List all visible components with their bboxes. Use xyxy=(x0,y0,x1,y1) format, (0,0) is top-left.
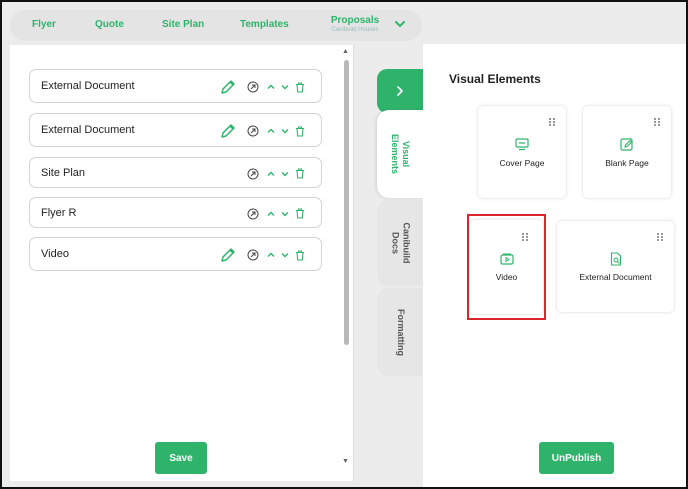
trash-icon[interactable] xyxy=(294,238,306,272)
document-label: External Document xyxy=(41,80,135,92)
top-nav: Flyer Quote Site Plan Templates Proposal… xyxy=(10,10,422,41)
move-icon[interactable] xyxy=(246,238,260,272)
card-label: External Document xyxy=(579,272,652,282)
chevron-up-icon[interactable] xyxy=(265,114,277,148)
card-label: Cover Page xyxy=(499,158,545,168)
element-card-blank-page[interactable]: Blank Page xyxy=(583,106,671,198)
collapse-panel-button[interactable] xyxy=(377,69,423,113)
tab-visual-elements-label: Visual Elements xyxy=(389,134,411,174)
grip-icon[interactable] xyxy=(548,117,556,127)
trash-icon[interactable] xyxy=(294,70,306,104)
document-list-panel: External Document External Document Site… xyxy=(10,45,354,481)
nav-quote[interactable]: Quote xyxy=(95,19,124,30)
document-row[interactable]: External Document xyxy=(29,69,322,103)
chevron-up-icon[interactable] xyxy=(265,198,277,229)
grip-icon[interactable] xyxy=(653,117,661,127)
highlight-box xyxy=(467,214,546,320)
tab-canibuild-docs[interactable]: Canibuild Docs xyxy=(377,200,423,286)
nav-flyer[interactable]: Flyer xyxy=(32,19,56,30)
nav-proposals[interactable]: Proposals Canibuild Houses xyxy=(320,15,390,33)
tab-docs-line1: Canibuild xyxy=(401,222,411,264)
nav-templates[interactable]: Templates xyxy=(240,19,289,30)
pencil-icon[interactable] xyxy=(219,70,237,104)
document-label: External Document xyxy=(41,124,135,136)
cover-page-icon xyxy=(515,138,529,151)
trash-icon[interactable] xyxy=(294,114,306,148)
nav-proposals-label: Proposals xyxy=(330,15,380,26)
move-icon[interactable] xyxy=(246,158,260,189)
chevron-down-icon[interactable] xyxy=(279,114,291,148)
chevron-down-icon[interactable] xyxy=(279,158,291,189)
tab-visual-line2: Elements xyxy=(390,133,400,175)
scrollbar-thumb[interactable] xyxy=(344,60,349,345)
pencil-icon[interactable] xyxy=(219,238,237,272)
document-label: Site Plan xyxy=(41,167,86,179)
chevron-up-icon[interactable] xyxy=(265,238,277,272)
document-label: Video xyxy=(41,248,69,260)
chevron-up-icon[interactable] xyxy=(265,70,277,104)
chevron-down-icon[interactable] xyxy=(279,198,291,229)
card-label: Blank Page xyxy=(605,158,649,168)
nav-site-plan[interactable]: Site Plan xyxy=(162,19,204,30)
move-icon[interactable] xyxy=(246,114,260,148)
tab-docs-line2: Docs xyxy=(390,231,400,254)
document-row[interactable]: External Document xyxy=(29,113,322,147)
scroll-up-arrow[interactable]: ▲ xyxy=(342,48,349,55)
element-card-cover-page[interactable]: Cover Page xyxy=(478,106,566,198)
pencil-icon[interactable] xyxy=(219,114,237,148)
nav-proposals-sub: Canibuild Houses xyxy=(331,27,379,33)
chevron-down-icon[interactable] xyxy=(279,70,291,104)
tab-visual-line1: Visual xyxy=(401,140,411,168)
unpublish-button[interactable]: UnPublish xyxy=(539,442,614,474)
trash-icon[interactable] xyxy=(294,158,306,189)
panel-title: Visual Elements xyxy=(449,72,541,86)
document-row[interactable]: Site Plan xyxy=(29,157,322,188)
document-row[interactable]: Video xyxy=(29,237,322,271)
blank-page-icon xyxy=(620,138,633,151)
element-card-external-document[interactable]: External Document xyxy=(557,221,674,312)
chevron-up-icon[interactable] xyxy=(265,158,277,189)
save-button[interactable]: Save xyxy=(155,442,207,474)
chevron-down-icon[interactable] xyxy=(279,238,291,272)
grip-icon[interactable] xyxy=(656,232,664,242)
app-window: Flyer Quote Site Plan Templates Proposal… xyxy=(0,0,688,489)
move-icon[interactable] xyxy=(246,198,260,229)
trash-icon[interactable] xyxy=(294,198,306,229)
document-label: Flyer R xyxy=(41,207,77,219)
chevron-down-icon[interactable] xyxy=(394,18,406,30)
move-icon[interactable] xyxy=(246,70,260,104)
tab-visual-elements[interactable]: Visual Elements xyxy=(377,110,423,198)
scroll-down-arrow[interactable]: ▼ xyxy=(342,458,349,465)
tab-canibuild-docs-label: Canibuild Docs xyxy=(389,223,411,264)
tab-formatting[interactable]: Formatting xyxy=(377,288,423,376)
external-document-icon xyxy=(610,252,621,266)
tab-formatting-label: Formatting xyxy=(395,308,406,356)
chevron-right-icon xyxy=(397,86,403,96)
document-row[interactable]: Flyer R xyxy=(29,197,322,228)
